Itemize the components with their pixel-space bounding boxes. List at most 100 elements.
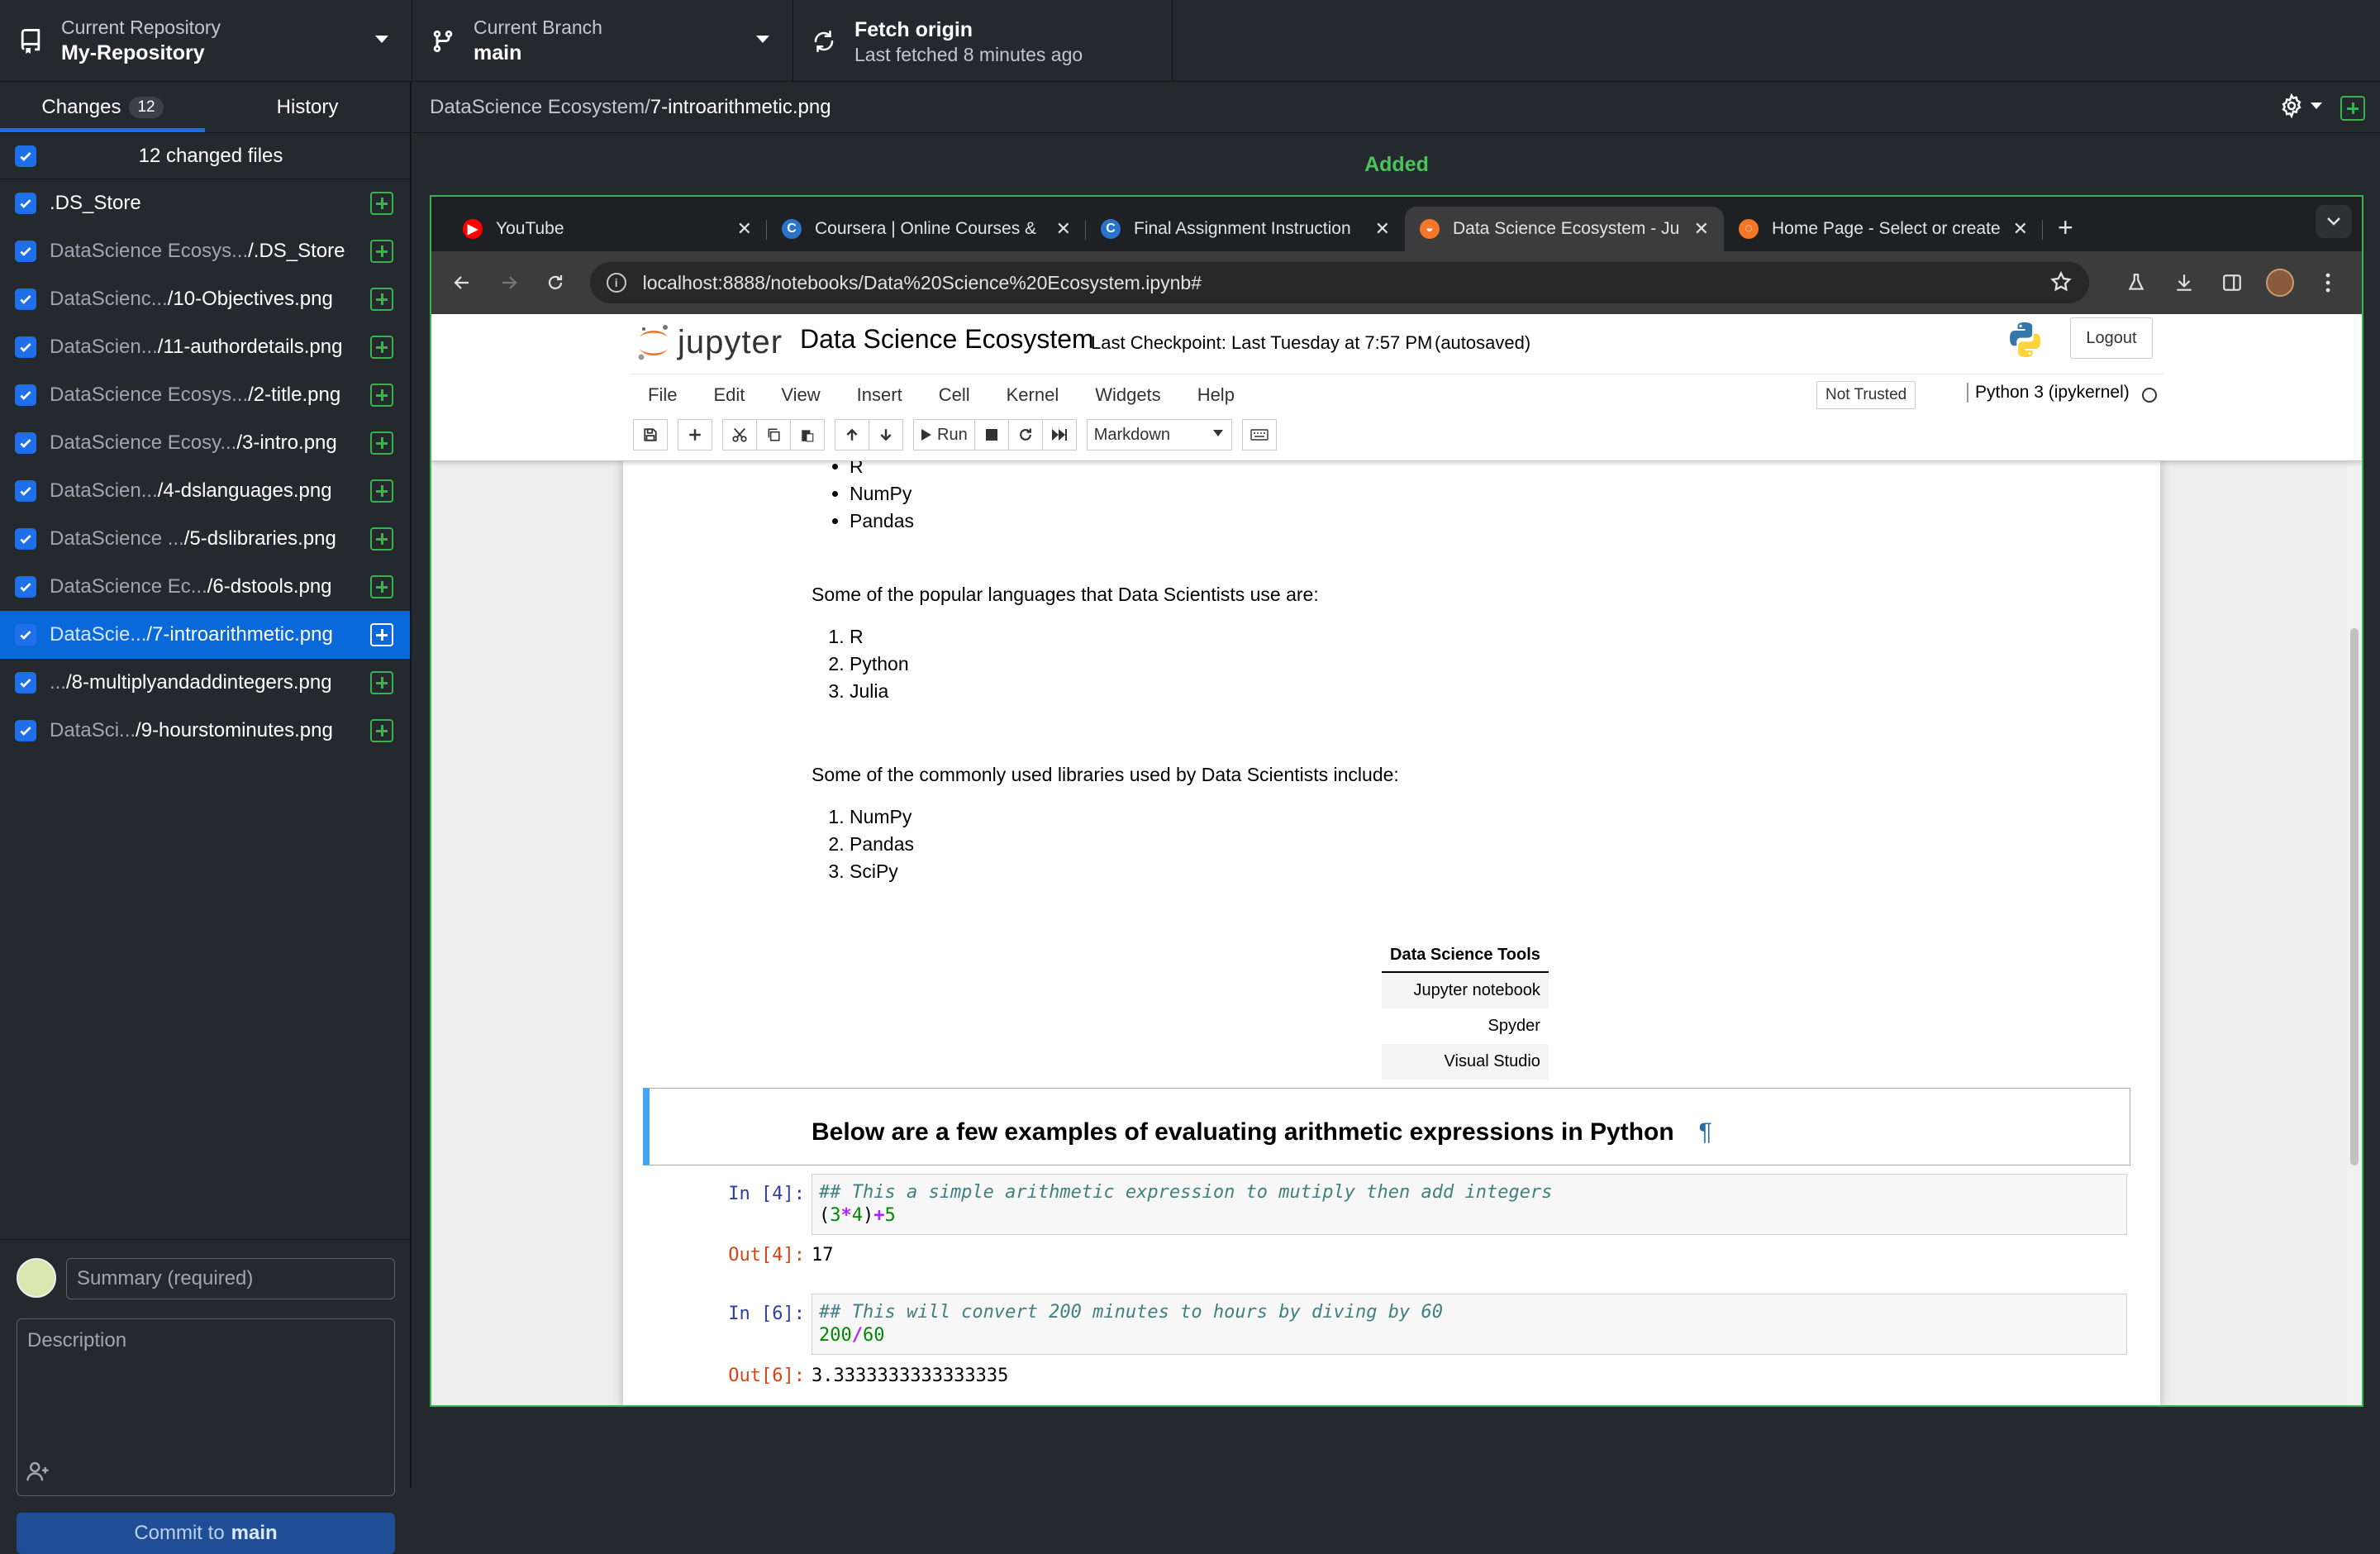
fast-forward-icon [1041, 419, 1077, 450]
current-branch-button[interactable]: Current Branch main [412, 0, 793, 82]
check-icon [20, 679, 31, 688]
insert-cell-icon [678, 419, 712, 450]
file-name: /7-introarithmetic.png [146, 623, 333, 646]
changes-sidebar: Changes 12 History 12 changed files .DS_… [0, 82, 412, 1554]
selected-markdown-cell: Below are a few examples of evaluating a… [643, 1088, 2130, 1166]
paste-icon [790, 419, 825, 450]
select-all-checkbox[interactable] [15, 145, 36, 167]
browser-tab-title: YouTube [496, 219, 564, 238]
gear-icon [2282, 93, 2301, 118]
list-item: NumPy [850, 803, 914, 831]
jupyter-toolbar: Run Markdown [633, 418, 1277, 451]
diff-settings-button[interactable] [2279, 93, 2322, 118]
file-checkbox[interactable] [15, 480, 36, 502]
tab-history[interactable]: History [205, 82, 410, 132]
repository-name: My-Repository [61, 41, 205, 65]
file-row[interactable]: .../8-multiplyandaddintegers.png [0, 659, 410, 707]
file-row[interactable]: .DS_Store [0, 179, 410, 227]
file-row[interactable]: DataScienc.../10-Objectives.png [0, 275, 410, 323]
check-icon [20, 391, 31, 400]
diff-status-label: Added [1364, 152, 1429, 176]
file-dir: DataScience Ecosys... [50, 384, 249, 406]
file-checkbox[interactable] [15, 384, 36, 406]
repository-label: Current Repository [61, 16, 221, 38]
file-list: .DS_Store DataScience Ecosys.../.DS_Store… [0, 179, 410, 755]
file-row[interactable]: DataScien.../11-authordetails.png [0, 323, 410, 371]
file-row[interactable]: DataSci.../9-hourstominutes.png [0, 707, 410, 755]
code-comment: ## This will convert 200 minutes to hour… [819, 1302, 1443, 1323]
file-checkbox[interactable] [15, 720, 36, 741]
changed-files-count: 12 changed files [138, 144, 283, 167]
jupyter-header: jupyter Data Science Ecosystem Last Chec… [431, 314, 2362, 461]
browser-tab: ◌ Home Page - Select or create ✕ [1724, 207, 2043, 251]
file-row[interactable]: DataScien.../4-dslanguages.png [0, 467, 410, 515]
file-row[interactable]: DataScience Ec.../6-dstools.png [0, 563, 410, 611]
check-icon [20, 583, 31, 592]
file-checkbox[interactable] [15, 528, 36, 550]
chevron-down-icon [375, 36, 388, 43]
file-added-icon [370, 671, 393, 694]
file-checkbox[interactable] [15, 288, 36, 310]
file-added-icon [370, 479, 393, 503]
file-row[interactable]: DataScience .../5-dslibraries.png [0, 515, 410, 563]
diff-view: DataScience Ecosystem/ 7-introarithmetic… [413, 82, 2380, 1488]
address-url: localhost:8888/notebooks/Data%20Science%… [642, 271, 1202, 293]
jupyter-logo: jupyter [636, 322, 783, 362]
file-added-icon [370, 527, 393, 551]
tab-search-icon [2316, 205, 2352, 238]
chevron-down-icon [756, 36, 769, 43]
jupyter-menubar: File Edit View Insert Cell Kernel Widget… [630, 374, 2163, 415]
menu-help: Help [1197, 384, 1235, 405]
add-coauthor-icon[interactable] [26, 1459, 50, 1484]
file-checkbox[interactable] [15, 432, 36, 454]
file-dir: DataScien... [50, 336, 158, 358]
file-added-icon [370, 336, 393, 359]
file-name: /3-intro.png [236, 431, 337, 454]
tab-history-label: History [276, 95, 339, 118]
file-name: /8-multiplyandaddintegers.png [66, 671, 332, 694]
close-icon: ✕ [736, 218, 752, 239]
coursera-icon: C [782, 219, 802, 239]
file-row[interactable]: DataScience Ecosys.../.DS_Store [0, 227, 410, 275]
side-panel-icon [2218, 269, 2246, 297]
keyboard-icon [1241, 419, 1277, 450]
browser-tab-strip: ▶ YouTube ✕ C Coursera | Online Courses & ✕ C F… [431, 197, 2362, 251]
added-image-preview: ▶ YouTube ✕ C Coursera | Online Courses & ✕ C F… [430, 195, 2363, 1407]
file-added-icon [370, 288, 393, 311]
file-row[interactable]: DataScie.../7-introarithmetic.png [0, 611, 410, 659]
libraries-list: NumPy Pandas SciPy [812, 803, 914, 885]
summary-input[interactable]: Summary (required) [66, 1258, 395, 1299]
repository-icon [21, 28, 40, 54]
branch-name: main [474, 41, 522, 65]
kernel-name: Python 3 (ipykernel) [1967, 383, 2130, 403]
file-row[interactable]: DataScience Ecosys.../2-title.png [0, 371, 410, 419]
tab-changes[interactable]: Changes 12 [0, 82, 205, 132]
check-icon [20, 199, 31, 208]
file-checkbox[interactable] [15, 672, 36, 694]
description-textarea[interactable]: Description [17, 1318, 395, 1496]
file-path: .../8-multiplyandaddintegers.png [50, 671, 370, 694]
browser-tab-title: Data Science Ecosystem - Ju [1453, 219, 1680, 238]
file-checkbox[interactable] [15, 336, 36, 358]
commit-button[interactable]: Commit to main [17, 1513, 395, 1554]
page-scrollbar [2347, 461, 2362, 1405]
file-row[interactable]: DataScience Ecosy.../3-intro.png [0, 419, 410, 467]
move-down-icon [869, 419, 903, 450]
file-checkbox[interactable] [15, 193, 36, 214]
address-bar: i localhost:8888/notebooks/Data%20Scienc… [589, 262, 2090, 303]
browser-tab: ◒ Data Science Ecosystem - Ju ✕ [1405, 207, 1724, 251]
file-path: DataScienc.../10-Objectives.png [50, 288, 370, 311]
cell-output: 3.3333333333333335 [812, 1366, 1009, 1386]
browser-tab-title: Coursera | Online Courses & [815, 219, 1037, 238]
file-checkbox[interactable] [15, 624, 36, 646]
file-dir: DataScien... [50, 479, 158, 502]
file-checkbox[interactable] [15, 241, 36, 262]
current-repository-button[interactable]: Current Repository My-Repository [0, 0, 412, 82]
file-name: /6-dstools.png [207, 575, 332, 598]
cell-type-value: Markdown [1093, 425, 1170, 444]
file-checkbox[interactable] [15, 576, 36, 598]
sidebar-tabs: Changes 12 History [0, 82, 410, 133]
fetch-origin-button[interactable]: Fetch origin Last fetched 8 minutes ago [793, 0, 1173, 82]
input-prompt: In [4]: [728, 1184, 805, 1204]
table-cell: Spyder [1488, 1017, 1540, 1035]
